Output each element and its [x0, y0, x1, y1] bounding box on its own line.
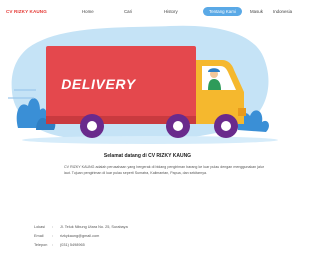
location-value: Jl. Teluk Nibung Utara No. 25, Surabaya [60, 225, 128, 229]
info-label: Email [34, 234, 44, 238]
nav-cari[interactable]: Cari [124, 9, 132, 14]
info-label: Lokasi [34, 225, 45, 229]
brand-logo[interactable]: CV RIZKY KAUNG [6, 9, 47, 14]
nav-home[interactable]: Home [82, 9, 94, 14]
info-label: Telepon [34, 243, 48, 247]
welcome-heading: Selamat datang di CV RIZKY KAUNG [103, 153, 192, 159]
hero-title: DELIVERY [61, 76, 136, 92]
nav-masuk[interactable]: Masuk [250, 9, 263, 14]
hero-banner: DELIVERY [0, 20, 295, 150]
info-row-email: Email: rizkykaung@gmail.com [34, 234, 100, 238]
company-description: CV RIZKY KAUNG adalah perusahaan yang be… [64, 165, 264, 176]
nav-tentang-kami[interactable]: Tentang Kami [203, 6, 242, 16]
phone-value: (031) 5498965 [60, 243, 85, 247]
info-row-phone: Telepon: (031) 5498965 [34, 243, 85, 247]
email-value[interactable]: rizkykaung@gmail.com [60, 234, 99, 238]
ground-shadow [22, 136, 278, 144]
nav-history[interactable]: History [164, 9, 178, 14]
info-row-location: Lokasi: Jl. Teluk Nibung Utara No. 25, Su… [34, 225, 128, 229]
nav-language[interactable]: Indonesia [273, 9, 292, 14]
